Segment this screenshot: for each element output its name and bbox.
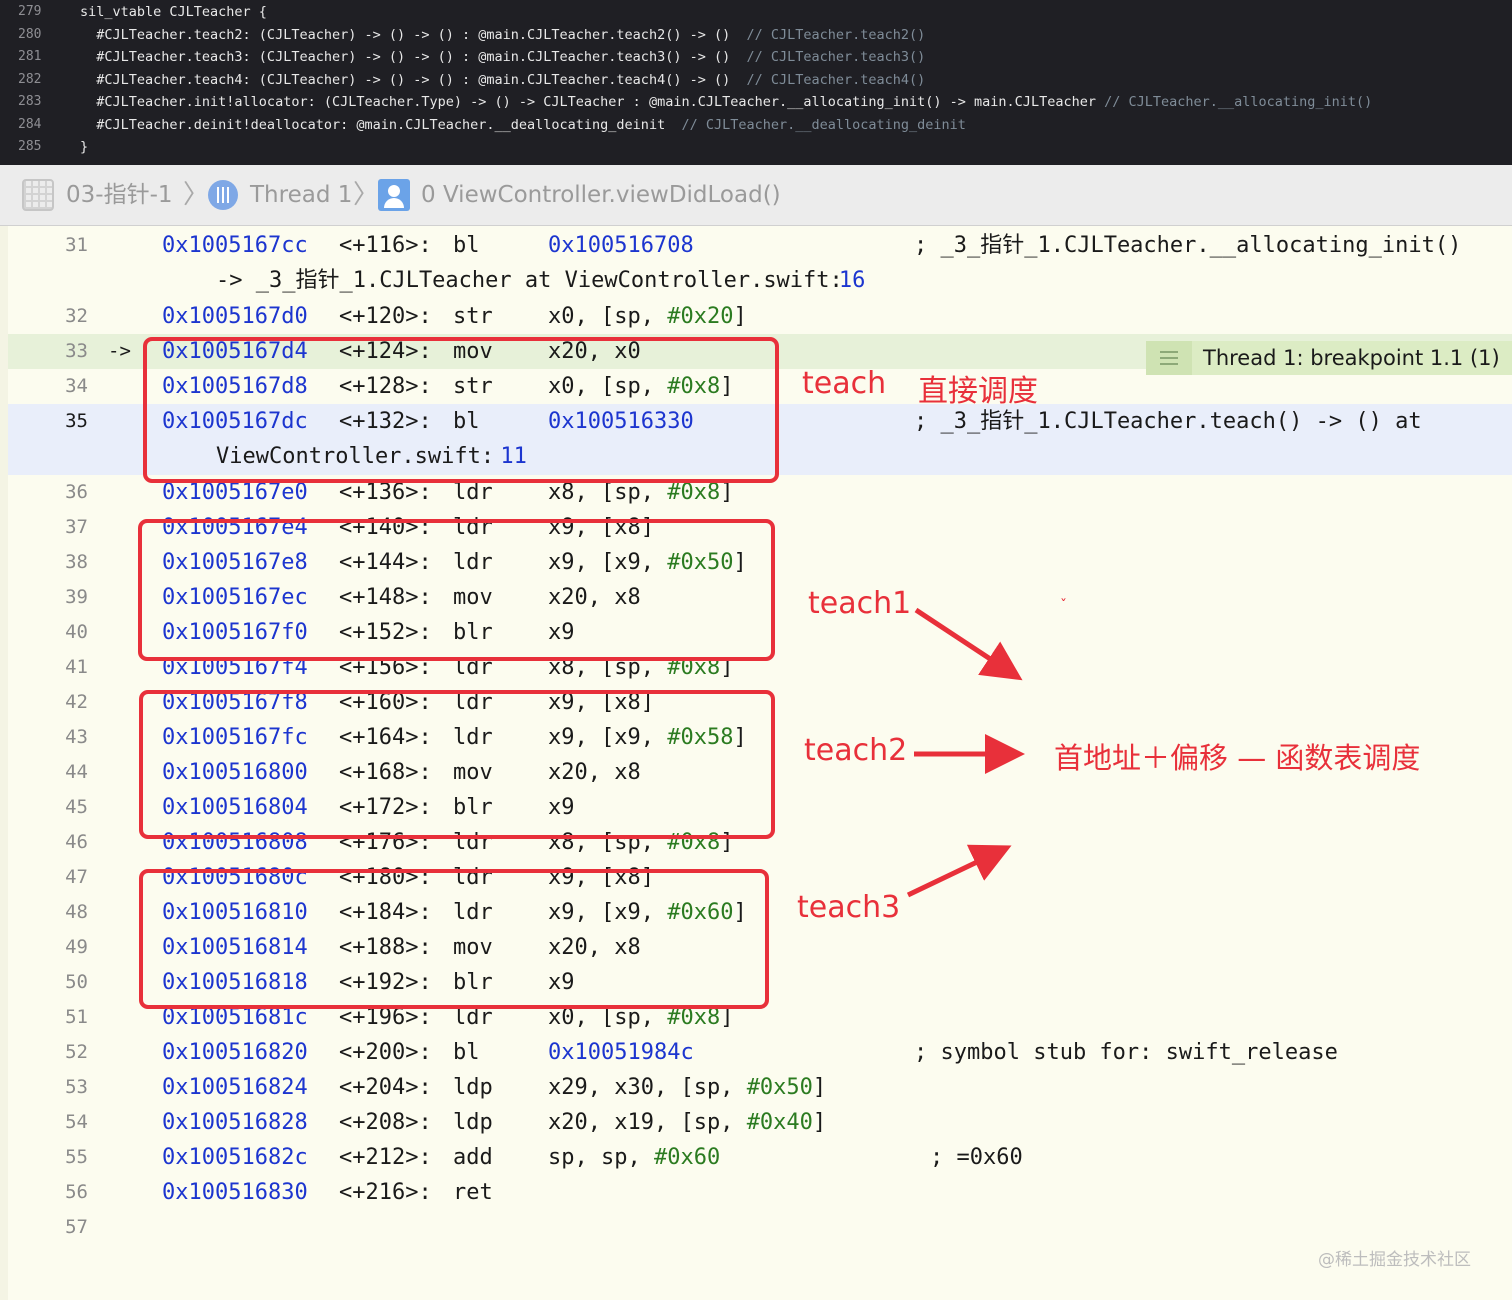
arrow-teach1: [914, 607, 1023, 681]
arrow-teach3: [906, 844, 1012, 898]
watermark: @稀土掘金技术社区: [1318, 1250, 1471, 1270]
annotation-arrows: [906, 607, 1025, 898]
